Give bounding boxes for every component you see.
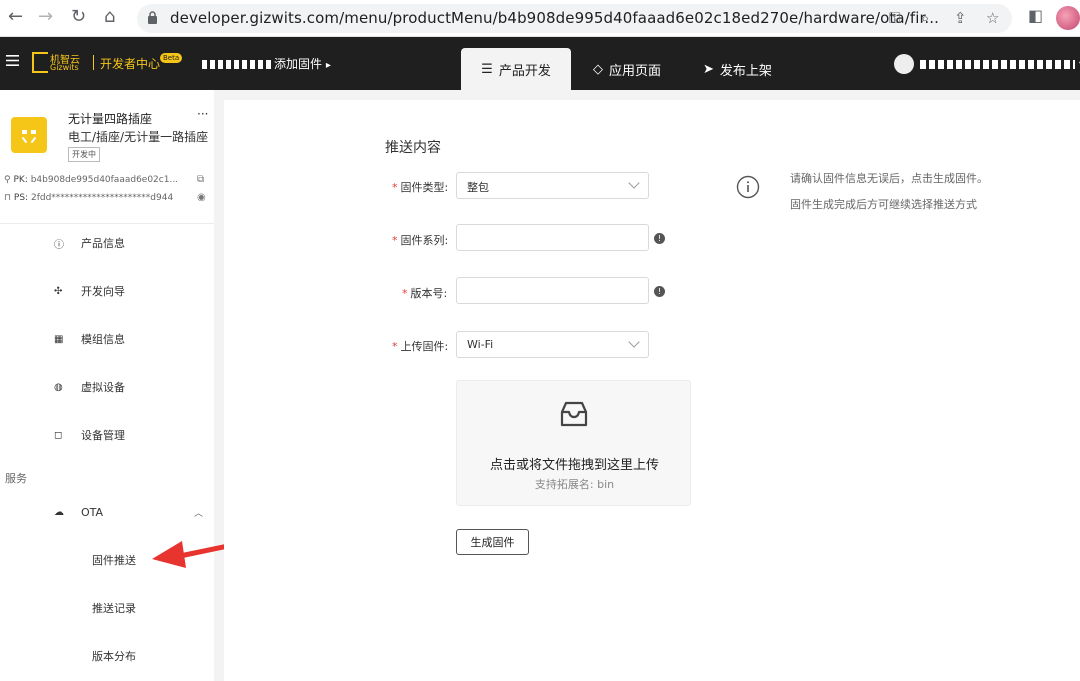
version-label: * 版本号: bbox=[402, 287, 448, 300]
product-selector[interactable]: 添加固件 ▸ bbox=[202, 55, 331, 72]
info-line-1: 请确认固件信息无误后，点击生成固件。 bbox=[790, 172, 988, 185]
redacted-username bbox=[920, 59, 1075, 69]
upload-hint: 支持拓展名: bin bbox=[534, 478, 615, 491]
product-name: 无计量四路插座 bbox=[68, 112, 153, 126]
sidebar-item-virtual-device[interactable]: ◍ 虚拟设备 bbox=[0, 363, 214, 411]
eye-icon[interactable]: ◉ bbox=[197, 192, 206, 203]
info-circle-icon bbox=[736, 175, 760, 199]
firmware-series-input[interactable] bbox=[456, 224, 649, 251]
back-icon[interactable]: ← bbox=[8, 6, 23, 27]
user-menu[interactable]: ▾ bbox=[894, 54, 1080, 74]
socket-icon bbox=[22, 130, 36, 143]
tab-app-pages[interactable]: ◇ 应用页面 bbox=[593, 48, 661, 90]
firmware-type-select[interactable]: 整包 bbox=[456, 172, 649, 199]
product-key-row: ⚲ PK: b4b908de995d40faaad6e02c1... bbox=[4, 175, 179, 185]
help-icon[interactable]: ! bbox=[654, 286, 665, 297]
cloud-icon: ☁ bbox=[54, 506, 64, 518]
hamburger-menu-icon[interactable] bbox=[6, 54, 19, 67]
signpost-icon: ✣ bbox=[54, 285, 63, 297]
main-panel: 推送内容 * 固件类型: 整包 * 固件系列: ! * 版本号: ! * 上传固件: W… bbox=[224, 100, 1080, 681]
sidebar-subitem-push-records[interactable]: 推送记录 bbox=[92, 600, 136, 616]
extension-icon[interactable]: ◧ bbox=[1028, 6, 1043, 25]
forward-icon[interactable]: → bbox=[38, 6, 53, 27]
inbox-icon bbox=[560, 401, 588, 427]
tab-publish[interactable]: ➤ 发布上架 bbox=[703, 48, 772, 90]
version-input[interactable] bbox=[456, 277, 649, 304]
sidebar-item-product-info[interactable]: ⓘ 产品信息 bbox=[0, 219, 214, 267]
sidebar-item-dev-guide[interactable]: ✣ 开发向导 bbox=[0, 267, 214, 315]
lock-icon bbox=[148, 11, 157, 24]
browser-toolbar: ← → ↻ ⌂ developer.gizwits.com/menu/produ… bbox=[0, 0, 1080, 37]
product-icon bbox=[11, 117, 47, 153]
share-icon[interactable]: ⇪ bbox=[954, 9, 967, 27]
app-header: 机智云 Gizwits 开发者中心 Beta 添加固件 ▸ ☰ 产品开发 ◇ 应用页… bbox=[0, 37, 1080, 90]
gizwits-logo-icon[interactable] bbox=[32, 52, 48, 73]
user-avatar bbox=[894, 54, 914, 74]
profile-avatar[interactable] bbox=[1056, 6, 1080, 30]
module-icon: ▦ bbox=[54, 333, 64, 345]
url-text: developer.gizwits.com/menu/productMenu/b… bbox=[170, 9, 939, 27]
sidebar-subitem-version-distribution[interactable]: 版本分布 bbox=[92, 648, 136, 664]
sliders-icon: ☰ bbox=[481, 61, 493, 77]
info-line-2: 固件生成完成后方可继续选择推送方式 bbox=[790, 198, 977, 211]
chevron-down-icon bbox=[628, 336, 640, 348]
firmware-series-label: * 固件系列: bbox=[392, 234, 449, 247]
sidebar-item-module-info[interactable]: ▦ 模组信息 bbox=[0, 315, 214, 363]
device-icon: ◻ bbox=[54, 429, 63, 441]
key-icon[interactable]: ⚿ bbox=[889, 9, 900, 27]
upload-text: 点击或将文件拖拽到这里上传 bbox=[489, 458, 659, 473]
sidebar: 无计量四路插座 ··· 电工/插座/无计量一路插座 开发中 ⚲ PK: b4b9… bbox=[0, 90, 214, 681]
bookmark-star-icon[interactable]: ☆ bbox=[986, 9, 999, 27]
product-secret-value: 2fdd**********************d944 bbox=[30, 193, 174, 203]
copy-icon[interactable]: ⧉ bbox=[197, 174, 204, 185]
zoom-icon[interactable]: ⌕ bbox=[921, 9, 929, 27]
chevron-up-icon: ︿ bbox=[194, 508, 204, 519]
upload-module-select[interactable]: Wi-Fi bbox=[456, 331, 649, 358]
address-bar[interactable]: developer.gizwits.com/menu/productMenu/b… bbox=[137, 4, 1012, 33]
chevron-down-icon bbox=[628, 177, 640, 189]
brand-name-en: Gizwits bbox=[50, 63, 79, 72]
status-badge: 开发中 bbox=[68, 147, 100, 162]
sidebar-item-device-management[interactable]: ◻ 设备管理 bbox=[0, 411, 214, 459]
brand-divider bbox=[93, 55, 94, 70]
section-title: 推送内容 bbox=[385, 140, 441, 156]
home-icon[interactable]: ⌂ bbox=[104, 6, 115, 27]
product-category: 电工/插座/无计量一路插座 bbox=[68, 130, 209, 144]
product-secret-row: ⊓ PS: 2fdd**********************d944 bbox=[4, 193, 174, 203]
info-icon: ⓘ bbox=[54, 239, 64, 251]
developer-center-link[interactable]: 开发者中心 bbox=[100, 55, 160, 72]
section-label-services: 服务 bbox=[5, 472, 27, 485]
help-icon[interactable]: ! bbox=[654, 233, 665, 244]
diamond-icon: ◇ bbox=[593, 61, 603, 77]
key-icon: ⚲ bbox=[4, 175, 11, 185]
lock-icon: ⊓ bbox=[4, 193, 12, 203]
redacted-product-name bbox=[202, 60, 272, 69]
sidebar-subitem-firmware-push[interactable]: 固件推送 bbox=[92, 552, 136, 568]
beta-badge: Beta bbox=[160, 53, 183, 63]
product-key-value: b4b908de995d40faaad6e02c1... bbox=[30, 175, 179, 185]
tab-product-dev[interactable]: ☰ 产品开发 bbox=[461, 48, 571, 90]
reload-icon[interactable]: ↻ bbox=[71, 6, 86, 27]
upload-firmware-label: * 上传固件: bbox=[392, 340, 449, 353]
globe-icon: ◍ bbox=[54, 381, 63, 393]
more-icon[interactable]: ··· bbox=[197, 107, 208, 121]
generate-firmware-button[interactable]: 生成固件 bbox=[456, 529, 529, 555]
file-upload-dropzone[interactable]: 点击或将文件拖拽到这里上传 支持拓展名: bin bbox=[456, 380, 691, 506]
firmware-type-label: * 固件类型: bbox=[392, 181, 449, 194]
send-icon: ➤ bbox=[703, 61, 714, 77]
chevron-right-circle-icon: ▸ bbox=[325, 60, 331, 71]
